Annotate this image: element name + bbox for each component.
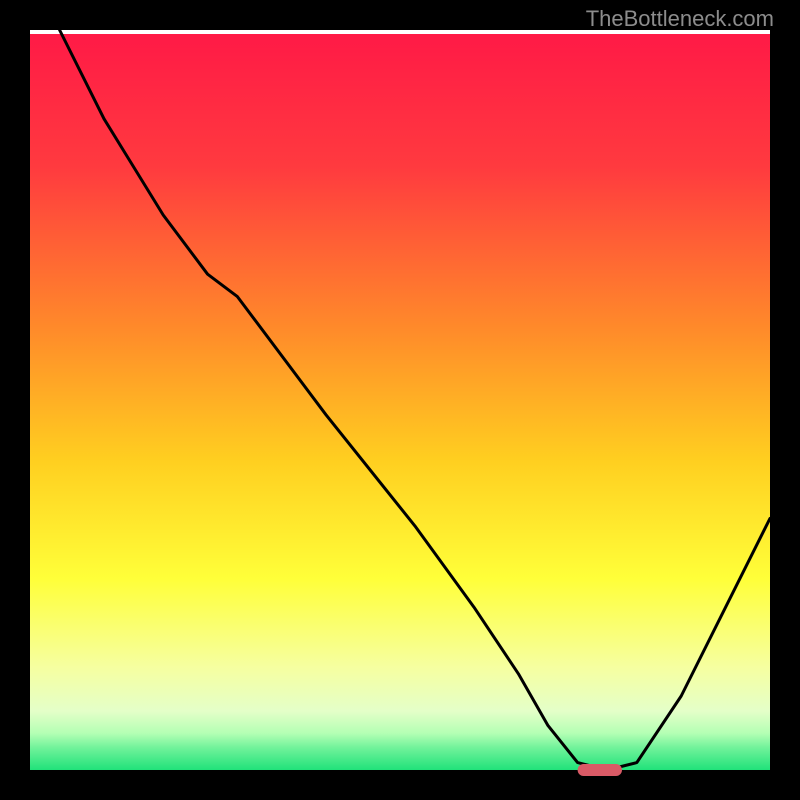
chart-frame: TheBottleneck.com — [0, 0, 800, 800]
watermark-text: TheBottleneck.com — [586, 6, 774, 32]
chart-svg — [30, 30, 770, 770]
bottleneck-curve — [60, 30, 770, 770]
optimal-marker — [578, 764, 622, 776]
